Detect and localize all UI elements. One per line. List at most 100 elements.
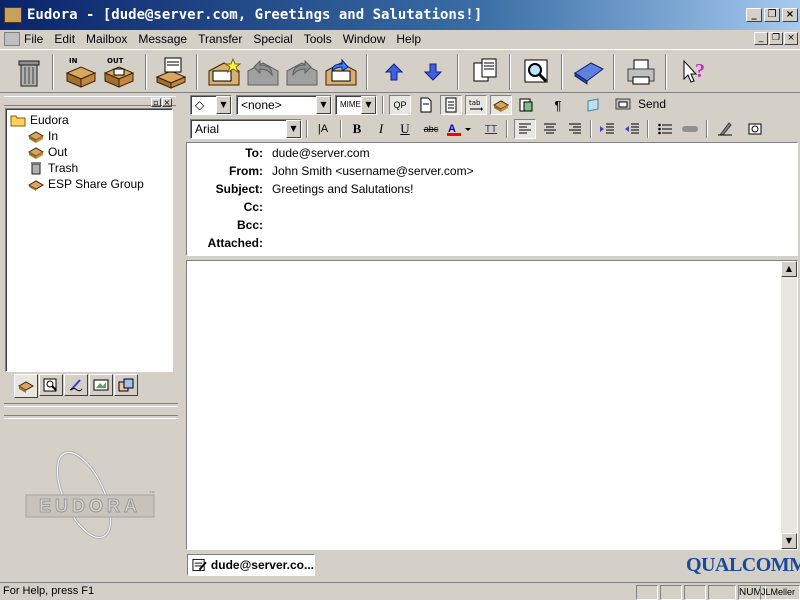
menu-transfer[interactable]: Transfer <box>198 32 242 46</box>
align-center-button[interactable] <box>539 119 561 139</box>
title-bar[interactable]: Eudora - [dude@server.com, Greetings and… <box>0 0 800 30</box>
eudora-app-icon[interactable] <box>4 7 22 23</box>
open-out-mailbox-button[interactable]: OUT <box>100 53 138 91</box>
indent-button[interactable] <box>596 119 618 139</box>
chevron-down-icon[interactable]: ▼ <box>216 96 231 114</box>
bcc-row[interactable]: Bcc: <box>187 218 797 236</box>
tree-item-in[interactable]: In <box>28 128 58 144</box>
context-help-button[interactable]: ? <box>674 53 712 91</box>
next-message-button[interactable] <box>414 53 452 91</box>
arrow-up-icon <box>384 63 404 81</box>
formatting-toolbar: Arial ▼ |A B I U abc A TT <box>184 117 800 141</box>
chevron-down-icon[interactable]: ▼ <box>316 96 331 114</box>
tree-item-out[interactable]: Out <box>28 144 67 160</box>
bullet-list-button[interactable] <box>654 119 676 139</box>
scroll-down-button[interactable]: ▼ <box>781 533 797 549</box>
reply-button[interactable] <box>244 53 282 91</box>
status-panel <box>684 585 706 600</box>
text-as-attachment-toggle[interactable] <box>415 95 437 115</box>
tab-stationery[interactable] <box>89 374 113 396</box>
subject-field[interactable]: Greetings and Salutations! <box>272 182 413 196</box>
from-row[interactable]: From: John Smith <username@server.com> <box>187 164 797 182</box>
forward-button[interactable] <box>283 53 321 91</box>
maximize-button[interactable]: ❐ <box>764 8 780 22</box>
tab-file-browser[interactable] <box>39 374 63 396</box>
font-select[interactable]: Arial ▼ <box>190 119 302 139</box>
text-attachments-toggle[interactable] <box>515 95 537 115</box>
text-color-button[interactable]: A <box>444 119 474 139</box>
delete-button[interactable] <box>10 53 48 91</box>
send-button[interactable]: Send <box>614 94 684 114</box>
font-size-button[interactable]: |A <box>312 119 334 139</box>
menu-window[interactable]: Window <box>343 32 386 46</box>
tab-mailboxes[interactable] <box>14 374 38 398</box>
stationery-select[interactable]: <none> ▼ <box>236 95 332 115</box>
menu-mailbox[interactable]: Mailbox <box>86 32 127 46</box>
tab-personalities[interactable] <box>114 374 138 396</box>
address-book-button[interactable] <box>570 53 608 91</box>
child-restore-button[interactable]: ❐ <box>769 32 783 45</box>
scroll-up-button[interactable]: ▲ <box>781 261 797 277</box>
document-menu-icon[interactable] <box>4 32 20 46</box>
to-field[interactable]: dude@server.com <box>272 146 370 160</box>
strikethrough-button[interactable]: abc <box>420 119 442 139</box>
menu-help[interactable]: Help <box>396 32 421 46</box>
align-right-button[interactable] <box>564 119 586 139</box>
menu-edit[interactable]: Edit <box>54 32 75 46</box>
tabs-in-body-toggle[interactable]: tab <box>465 95 487 115</box>
print-button[interactable] <box>622 53 660 91</box>
bold-button[interactable]: B <box>346 119 368 139</box>
quoted-printable-toggle[interactable]: QP <box>389 95 411 115</box>
align-left-button[interactable] <box>514 119 536 139</box>
chevron-down-icon[interactable]: ▼ <box>361 96 376 114</box>
menu-file[interactable]: File <box>24 32 43 46</box>
signature-select[interactable]: ◇ ▼ <box>190 95 232 115</box>
word-wrap-toggle[interactable] <box>440 95 462 115</box>
previous-message-button[interactable] <box>375 53 413 91</box>
tree-item-esp-share-group[interactable]: ESP Share Group <box>28 176 144 192</box>
return-receipt-toggle[interactable] <box>582 95 604 115</box>
from-field[interactable]: John Smith <username@server.com> <box>272 164 474 178</box>
minimize-button[interactable]: _ <box>746 8 762 22</box>
keep-copy-toggle[interactable] <box>490 95 512 115</box>
find-button[interactable] <box>518 53 556 91</box>
user-text: JLMeller <box>761 587 796 597</box>
attach-file-button[interactable] <box>466 53 504 91</box>
show-formatting-toggle[interactable]: ¶ <box>547 95 569 115</box>
open-in-mailbox-button[interactable]: IN <box>62 53 100 91</box>
menu-message[interactable]: Message <box>138 32 187 46</box>
encoding-select[interactable]: MIME ▼ <box>335 95 377 115</box>
mailboxes-pane-header[interactable]: ▫ × <box>4 96 176 107</box>
mailbox-tree[interactable]: Eudora In Out Trash ESP Share Group <box>5 108 173 372</box>
attached-row[interactable]: Attached: <box>187 236 797 254</box>
teletype-button[interactable]: TT <box>480 119 502 139</box>
menu-tools[interactable]: Tools <box>304 32 332 46</box>
underline-button[interactable]: U <box>394 119 416 139</box>
insert-link-button[interactable] <box>744 119 766 139</box>
redirect-button[interactable] <box>322 53 360 91</box>
pane-restore-button[interactable]: ▫ <box>151 98 161 107</box>
vertical-scrollbar[interactable]: ▲ ▼ <box>781 261 797 549</box>
outdent-button[interactable] <box>621 119 643 139</box>
tree-item-trash[interactable]: Trash <box>28 160 78 176</box>
pane-divider[interactable] <box>4 403 178 407</box>
child-minimize-button[interactable]: _ <box>754 32 768 45</box>
menu-special[interactable]: Special <box>253 32 292 46</box>
child-close-button[interactable]: × <box>784 32 798 45</box>
pilcrow-icon: ¶ <box>554 97 562 113</box>
to-row[interactable]: To: dude@server.com <box>187 146 797 164</box>
tree-item-eudora[interactable]: Eudora <box>10 112 69 128</box>
cc-row[interactable]: Cc: <box>187 200 797 218</box>
subject-row[interactable]: Subject: Greetings and Salutations! <box>187 182 797 200</box>
new-message-button[interactable] <box>205 53 243 91</box>
message-body[interactable]: ▲ ▼ <box>186 260 798 550</box>
clear-formatting-button[interactable] <box>714 119 736 139</box>
pane-close-button[interactable]: × <box>162 98 172 107</box>
tab-signatures[interactable] <box>64 374 88 396</box>
italic-button[interactable]: I <box>370 119 392 139</box>
chevron-down-icon[interactable]: ▼ <box>286 120 301 138</box>
check-mail-button[interactable] <box>153 53 191 91</box>
close-button[interactable]: × <box>782 8 798 22</box>
taskbar-window-button[interactable]: dude@server.co... <box>187 554 315 576</box>
horizontal-rule-button[interactable] <box>679 119 701 139</box>
